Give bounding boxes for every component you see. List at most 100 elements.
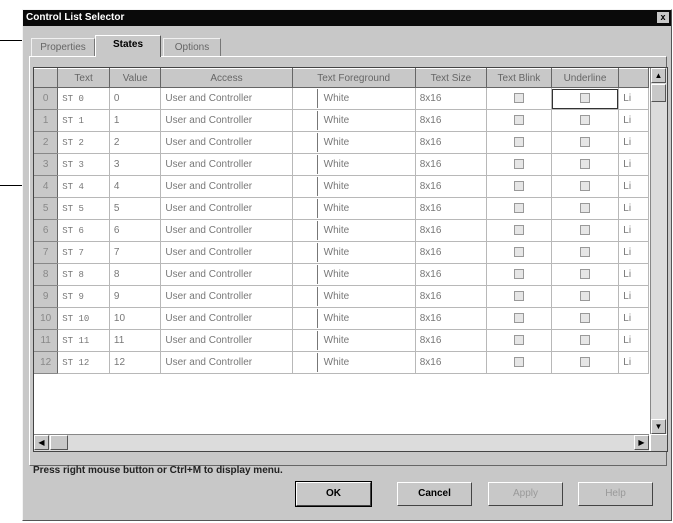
apply-button[interactable]: Apply <box>488 482 563 506</box>
table-row[interactable]: 6 ST 6 6 User and Controller White 8x16 Li <box>34 219 649 242</box>
column-header-text-size[interactable]: Text Size <box>415 68 488 88</box>
cell-text-size[interactable]: 8x16 <box>415 351 488 374</box>
cell-value[interactable]: 8 <box>109 263 162 286</box>
table-row[interactable]: 5 ST 5 5 User and Controller White 8x16 Li <box>34 197 649 220</box>
cell-text[interactable]: ST 6 <box>57 219 110 242</box>
cell-access[interactable]: User and Controller <box>160 285 293 308</box>
cell-access[interactable]: User and Controller <box>160 219 293 242</box>
cell-value[interactable]: 11 <box>109 329 162 352</box>
checkbox-icon[interactable] <box>579 137 590 148</box>
cell-more[interactable]: Li <box>618 87 649 110</box>
cell-value[interactable]: 9 <box>109 285 162 308</box>
cell-text-size[interactable]: 8x16 <box>415 153 488 176</box>
cell-text[interactable]: ST 4 <box>57 175 110 198</box>
cell-value[interactable]: 0 <box>109 87 162 110</box>
checkbox-icon[interactable] <box>579 357 590 368</box>
cell-text-foreground[interactable]: White <box>292 109 416 132</box>
cell-underline[interactable] <box>551 307 620 330</box>
cell-text[interactable]: ST 0 <box>57 87 110 110</box>
cell-text-blink[interactable] <box>486 197 552 220</box>
row-header[interactable]: 3 <box>34 153 59 176</box>
cell-text-foreground[interactable]: White <box>292 285 416 308</box>
checkbox-icon[interactable] <box>579 335 590 346</box>
cell-value[interactable]: 4 <box>109 175 162 198</box>
row-header[interactable]: 2 <box>34 131 59 154</box>
checkbox-icon[interactable] <box>513 181 524 192</box>
cell-text-blink[interactable] <box>486 87 552 110</box>
cell-underline[interactable] <box>551 131 620 154</box>
cell-text-blink[interactable] <box>486 109 552 132</box>
column-header-access[interactable]: Access <box>160 68 293 88</box>
cell-text[interactable]: ST 10 <box>57 307 110 330</box>
checkbox-icon[interactable] <box>579 291 590 302</box>
cell-value[interactable]: 1 <box>109 109 162 132</box>
cell-text-blink[interactable] <box>486 131 552 154</box>
row-header[interactable]: 7 <box>34 241 59 264</box>
cell-text-foreground[interactable]: White <box>292 175 416 198</box>
cell-text-foreground[interactable]: White <box>292 87 416 110</box>
scroll-thumb[interactable] <box>651 84 666 102</box>
cell-text-foreground[interactable]: White <box>292 307 416 330</box>
cell-more[interactable]: Li <box>618 219 649 242</box>
row-header[interactable]: 11 <box>34 329 59 352</box>
cell-text[interactable]: ST 11 <box>57 329 110 352</box>
row-header[interactable]: 6 <box>34 219 59 242</box>
cell-text-size[interactable]: 8x16 <box>415 285 488 308</box>
table-row[interactable]: 10 ST 10 10 User and Controller White 8x16 Li <box>34 307 649 330</box>
cell-underline[interactable] <box>551 285 620 308</box>
scroll-left-icon[interactable]: ◀ <box>34 435 49 450</box>
table-row[interactable]: 12 ST 12 12 User and Controller White 8x16 Li <box>34 351 649 374</box>
checkbox-icon[interactable] <box>579 225 590 236</box>
column-header-text-foreground[interactable]: Text Foreground <box>292 68 416 88</box>
checkbox-icon[interactable] <box>513 247 524 258</box>
checkbox-icon[interactable] <box>513 115 524 126</box>
cell-underline[interactable] <box>551 241 620 264</box>
cell-text-size[interactable]: 8x16 <box>415 307 488 330</box>
column-header-text-blink[interactable]: Text Blink <box>486 68 552 88</box>
corner-header[interactable] <box>34 68 59 88</box>
cell-text[interactable]: ST 9 <box>57 285 110 308</box>
cell-access[interactable]: User and Controller <box>160 197 293 220</box>
horizontal-scroll-thumb[interactable] <box>50 435 68 450</box>
cell-value[interactable]: 3 <box>109 153 162 176</box>
cell-access[interactable]: User and Controller <box>160 307 293 330</box>
cell-more[interactable]: Li <box>618 175 649 198</box>
cell-access[interactable]: User and Controller <box>160 87 293 110</box>
cell-underline[interactable] <box>551 197 620 220</box>
tab-properties[interactable]: Properties <box>31 38 95 57</box>
cell-more[interactable]: Li <box>618 263 649 286</box>
cell-access[interactable]: User and Controller <box>160 329 293 352</box>
cell-access[interactable]: User and Controller <box>160 351 293 374</box>
row-header[interactable]: 4 <box>34 175 59 198</box>
cell-text-size[interactable]: 8x16 <box>415 131 488 154</box>
cell-more[interactable]: Li <box>618 351 649 374</box>
cell-text-size[interactable]: 8x16 <box>415 175 488 198</box>
column-header-text[interactable]: Text <box>57 68 110 88</box>
cell-value[interactable]: 12 <box>109 351 162 374</box>
vertical-scrollbar[interactable]: ▲ ▼ <box>650 68 667 434</box>
column-header-value[interactable]: Value <box>109 68 162 88</box>
cell-access[interactable]: User and Controller <box>160 175 293 198</box>
cell-access[interactable]: User and Controller <box>160 241 293 264</box>
cell-text-foreground[interactable]: White <box>292 153 416 176</box>
checkbox-icon[interactable] <box>513 93 524 104</box>
checkbox-icon[interactable] <box>513 203 524 214</box>
cell-text-size[interactable]: 8x16 <box>415 197 488 220</box>
row-header[interactable]: 10 <box>34 307 59 330</box>
scroll-up-icon[interactable]: ▲ <box>651 68 666 83</box>
cell-text-blink[interactable] <box>486 263 552 286</box>
checkbox-icon[interactable] <box>513 357 524 368</box>
cell-more[interactable]: Li <box>618 197 649 220</box>
tab-options[interactable]: Options <box>163 38 221 57</box>
checkbox-icon[interactable] <box>579 181 590 192</box>
checkbox-icon[interactable] <box>513 291 524 302</box>
cell-underline[interactable] <box>551 329 620 352</box>
cell-text[interactable]: ST 8 <box>57 263 110 286</box>
cell-text-size[interactable]: 8x16 <box>415 109 488 132</box>
cell-text-blink[interactable] <box>486 285 552 308</box>
cell-underline[interactable] <box>551 153 620 176</box>
cell-text-foreground[interactable]: White <box>292 263 416 286</box>
checkbox-icon[interactable] <box>513 313 524 324</box>
table-row[interactable]: 8 ST 8 8 User and Controller White 8x16 Li <box>34 263 649 286</box>
cell-more[interactable]: Li <box>618 153 649 176</box>
